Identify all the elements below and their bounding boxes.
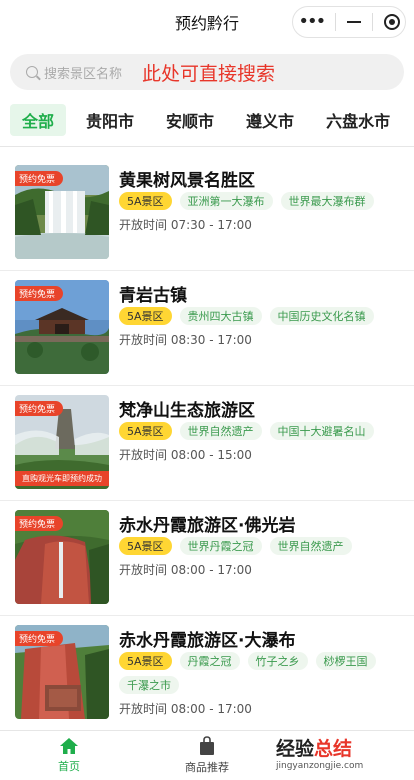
tab-liupanshui[interactable]: 六盘水市 — [314, 104, 402, 136]
scenic-name: 赤水丹霞旅游区·大瀑布 — [119, 631, 296, 651]
tab-guiyang[interactable]: 贵阳市 — [74, 104, 146, 136]
feature-tag: 中国历史文化名镇 — [269, 307, 374, 325]
scenic-card[interactable]: 预约免票 直购观光车即预约成功 梵净山生态旅游区 5A景区 世界自然遗产 中国十… — [0, 386, 414, 501]
opening-hours: 开放时间 08:00 - 17:00 — [119, 702, 252, 716]
scenic-name: 黄果树风景名胜区 — [119, 171, 255, 191]
level-tag: 5A景区 — [119, 307, 172, 325]
scenic-thumbnail: 预约免票 — [15, 510, 109, 604]
shopping-bag-icon — [200, 736, 214, 755]
city-tabs: 全部 贵阳市 安顺市 遵义市 六盘水市 — [0, 100, 414, 140]
nav-bar: 预约黔行 ••• — [0, 0, 414, 44]
tabbar-label: 商品推荐 — [185, 761, 229, 774]
scenic-card[interactable]: 预约免票 黄果树风景名胜区 5A景区 亚洲第一大瀑布 世界最大瀑布群 开放时间 … — [0, 156, 414, 271]
capsule-divider — [371, 13, 373, 31]
feature-tag: 竹子之乡 — [247, 652, 308, 670]
opening-hours: 开放时间 08:00 - 15:00 — [119, 448, 252, 462]
scenic-list: 预约免票 黄果树风景名胜区 5A景区 亚洲第一大瀑布 世界最大瀑布群 开放时间 … — [0, 156, 414, 731]
free-ticket-ribbon: 预约免票 — [15, 286, 64, 301]
feature-tag: 贵州四大古镇 — [179, 307, 262, 325]
minimize-icon[interactable] — [346, 21, 361, 23]
free-ticket-ribbon: 预约免票 — [15, 171, 64, 186]
opening-hours: 开放时间 08:00 - 17:00 — [119, 563, 252, 577]
tab-all[interactable]: 全部 — [10, 104, 67, 136]
level-tag: 5A景区 — [119, 537, 172, 555]
search-icon — [26, 66, 38, 78]
feature-tag: 千瀑之市 — [119, 676, 179, 694]
opening-hours: 开放时间 07:30 - 17:00 — [119, 218, 252, 232]
scenic-tags: 5A景区 丹霞之冠 竹子之乡 桫椤王国 千瀑之市 — [119, 652, 399, 700]
scenic-tags: 5A景区 贵州四大古镇 中国历史文化名镇 — [119, 307, 399, 331]
tab-anshun[interactable]: 安顺市 — [154, 104, 226, 136]
scenic-card[interactable]: 预约免票 赤水丹霞旅游区·大瀑布 5A景区 丹霞之冠 竹子之乡 桫椤王国 千瀑之… — [0, 616, 414, 731]
divider — [0, 146, 414, 147]
mini-program-capsule: ••• — [292, 6, 406, 38]
feature-tag: 世界丹霞之冠 — [179, 537, 262, 555]
watermark-title: 经验总结 — [276, 738, 353, 760]
tabbar-label: 首页 — [58, 760, 80, 773]
watermark-logo: 经验总结 jingyanzongjie.com — [276, 734, 406, 776]
feature-tag: 中国十大避暑名山 — [269, 422, 374, 440]
free-ticket-ribbon: 预约免票 — [15, 516, 64, 531]
scenic-tags: 5A景区 世界丹霞之冠 世界自然遗产 — [119, 537, 399, 561]
close-miniprogram-icon[interactable] — [383, 14, 400, 30]
scenic-name: 赤水丹霞旅游区·佛光岩 — [119, 516, 296, 536]
page-title: 预约黔行 — [174, 14, 239, 33]
level-tag: 5A景区 — [119, 652, 172, 670]
free-ticket-ribbon: 预约免票 — [15, 401, 64, 416]
scenic-thumbnail: 预约免票 — [15, 165, 109, 259]
scenic-thumbnail: 预约免票 — [15, 625, 109, 719]
feature-tag: 亚洲第一大瀑布 — [179, 192, 273, 210]
free-ticket-ribbon: 预约免票 — [15, 631, 64, 646]
search-hint-annotation: 此处可直接搜索 — [142, 62, 276, 85]
shuttle-banner: 直购观光车即预约成功 — [15, 471, 109, 486]
scenic-thumbnail: 预约免票 直购观光车即预约成功 — [15, 395, 109, 489]
search-placeholder: 搜索景区名称 — [44, 66, 123, 82]
scenic-name: 梵净山生态旅游区 — [119, 401, 255, 421]
tabbar-item-home[interactable]: 首页 — [0, 731, 138, 780]
scenic-card[interactable]: 预约免票 青岩古镇 5A景区 贵州四大古镇 中国历史文化名镇 开放时间 08:3… — [0, 271, 414, 386]
capsule-divider — [335, 13, 337, 31]
watermark-url: jingyanzongjie.com — [276, 761, 364, 771]
more-icon[interactable]: ••• — [298, 13, 326, 31]
search-input[interactable]: 搜索景区名称 此处可直接搜索 — [10, 54, 404, 90]
scenic-tags: 5A景区 亚洲第一大瀑布 世界最大瀑布群 — [119, 192, 399, 216]
feature-tag: 世界最大瀑布群 — [280, 192, 374, 210]
scenic-card[interactable]: 预约免票 赤水丹霞旅游区·佛光岩 5A景区 世界丹霞之冠 世界自然遗产 开放时间… — [0, 501, 414, 616]
scenic-tags: 5A景区 世界自然遗产 中国十大避暑名山 — [119, 422, 399, 446]
scenic-thumbnail: 预约免票 — [15, 280, 109, 374]
opening-hours: 开放时间 08:30 - 17:00 — [119, 333, 252, 347]
feature-tag: 世界自然遗产 — [179, 422, 262, 440]
tabbar-item-products[interactable]: 商品推荐 — [138, 731, 276, 780]
scenic-name: 青岩古镇 — [119, 286, 187, 306]
feature-tag: 桫椤王国 — [315, 652, 376, 670]
feature-tag: 世界自然遗产 — [269, 537, 352, 555]
level-tag: 5A景区 — [119, 192, 172, 210]
level-tag: 5A景区 — [119, 422, 172, 440]
home-icon — [60, 738, 78, 754]
tab-zunyi[interactable]: 遵义市 — [234, 104, 306, 136]
feature-tag: 丹霞之冠 — [179, 652, 240, 670]
